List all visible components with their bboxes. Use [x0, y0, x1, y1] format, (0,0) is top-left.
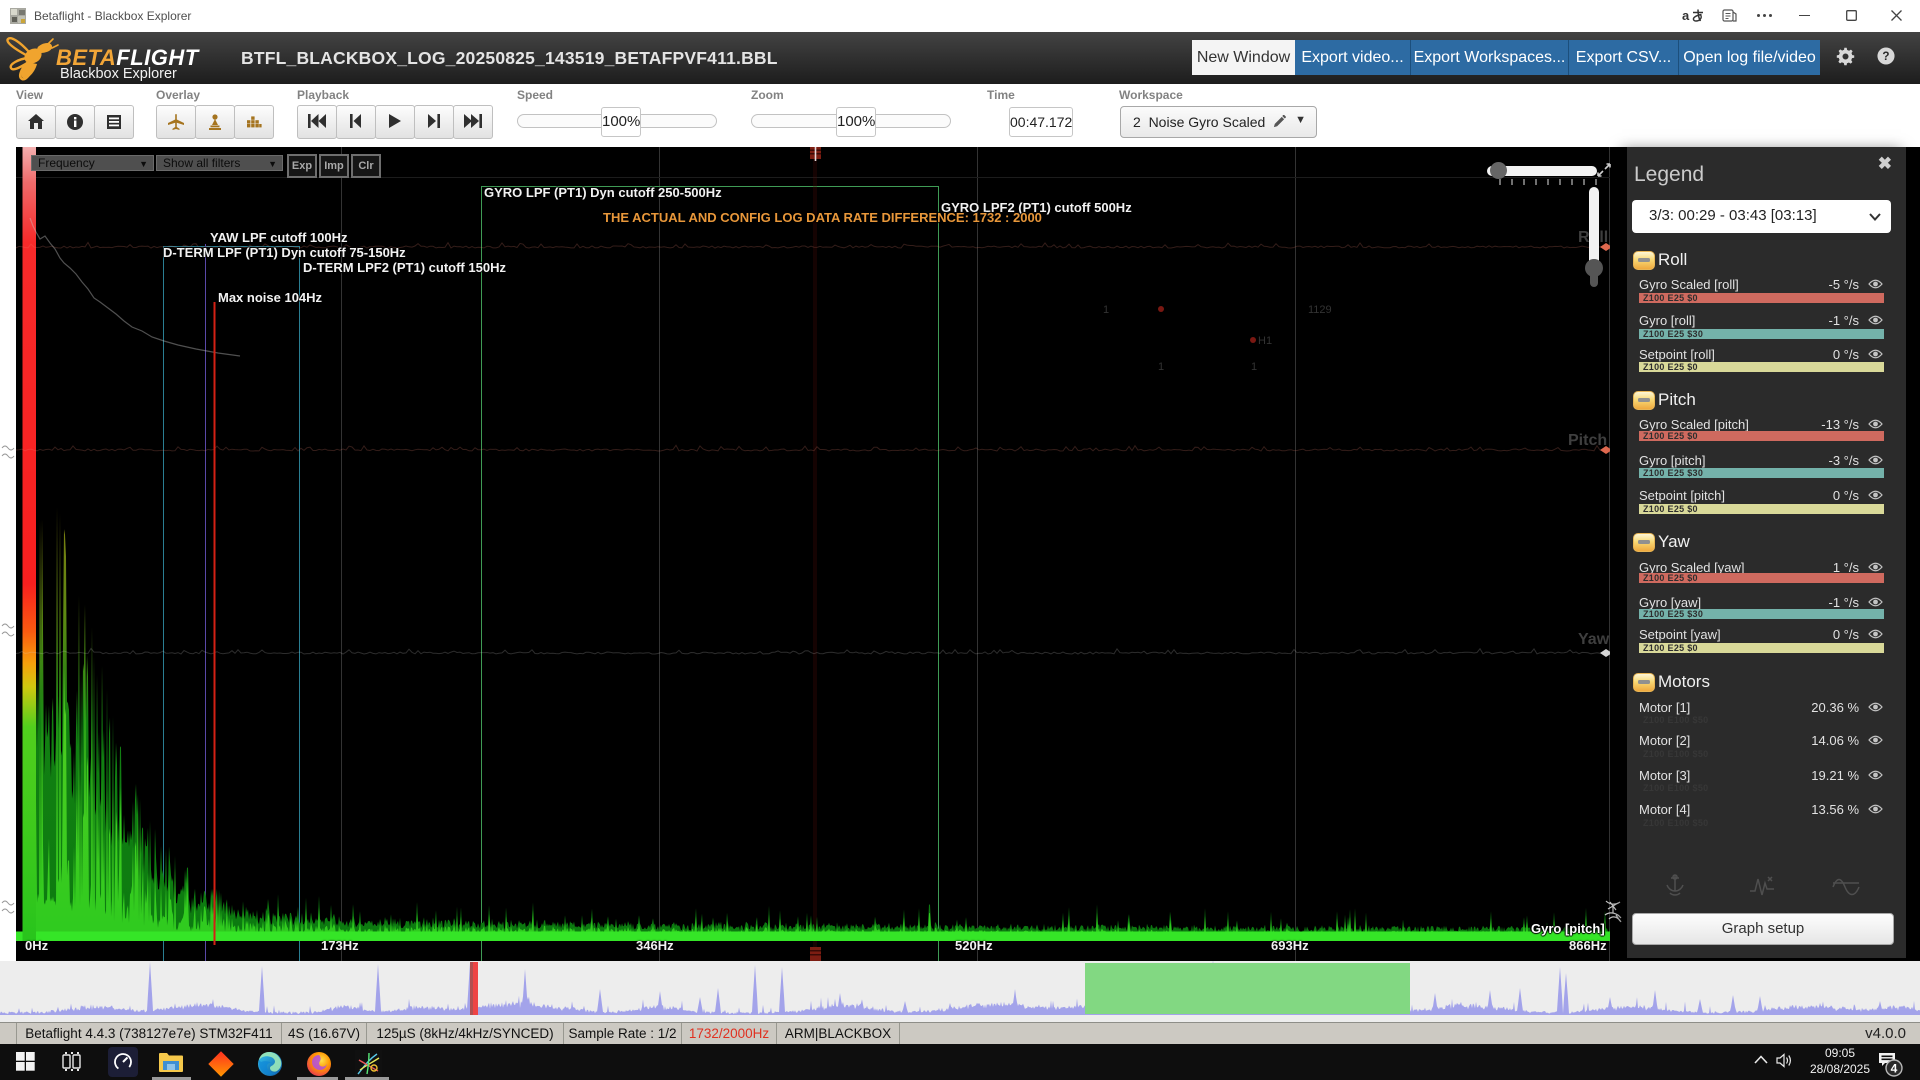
svg-text:1: 1 [1251, 361, 1257, 373]
svg-text:1: 1 [1103, 304, 1109, 316]
svg-text:4: 4 [1891, 1062, 1898, 1076]
svg-text:1: 1 [1158, 361, 1164, 373]
svg-text:H1: H1 [1258, 335, 1272, 347]
svg-text:1129: 1129 [1308, 304, 1332, 316]
svg-text:?: ? [1882, 50, 1889, 63]
